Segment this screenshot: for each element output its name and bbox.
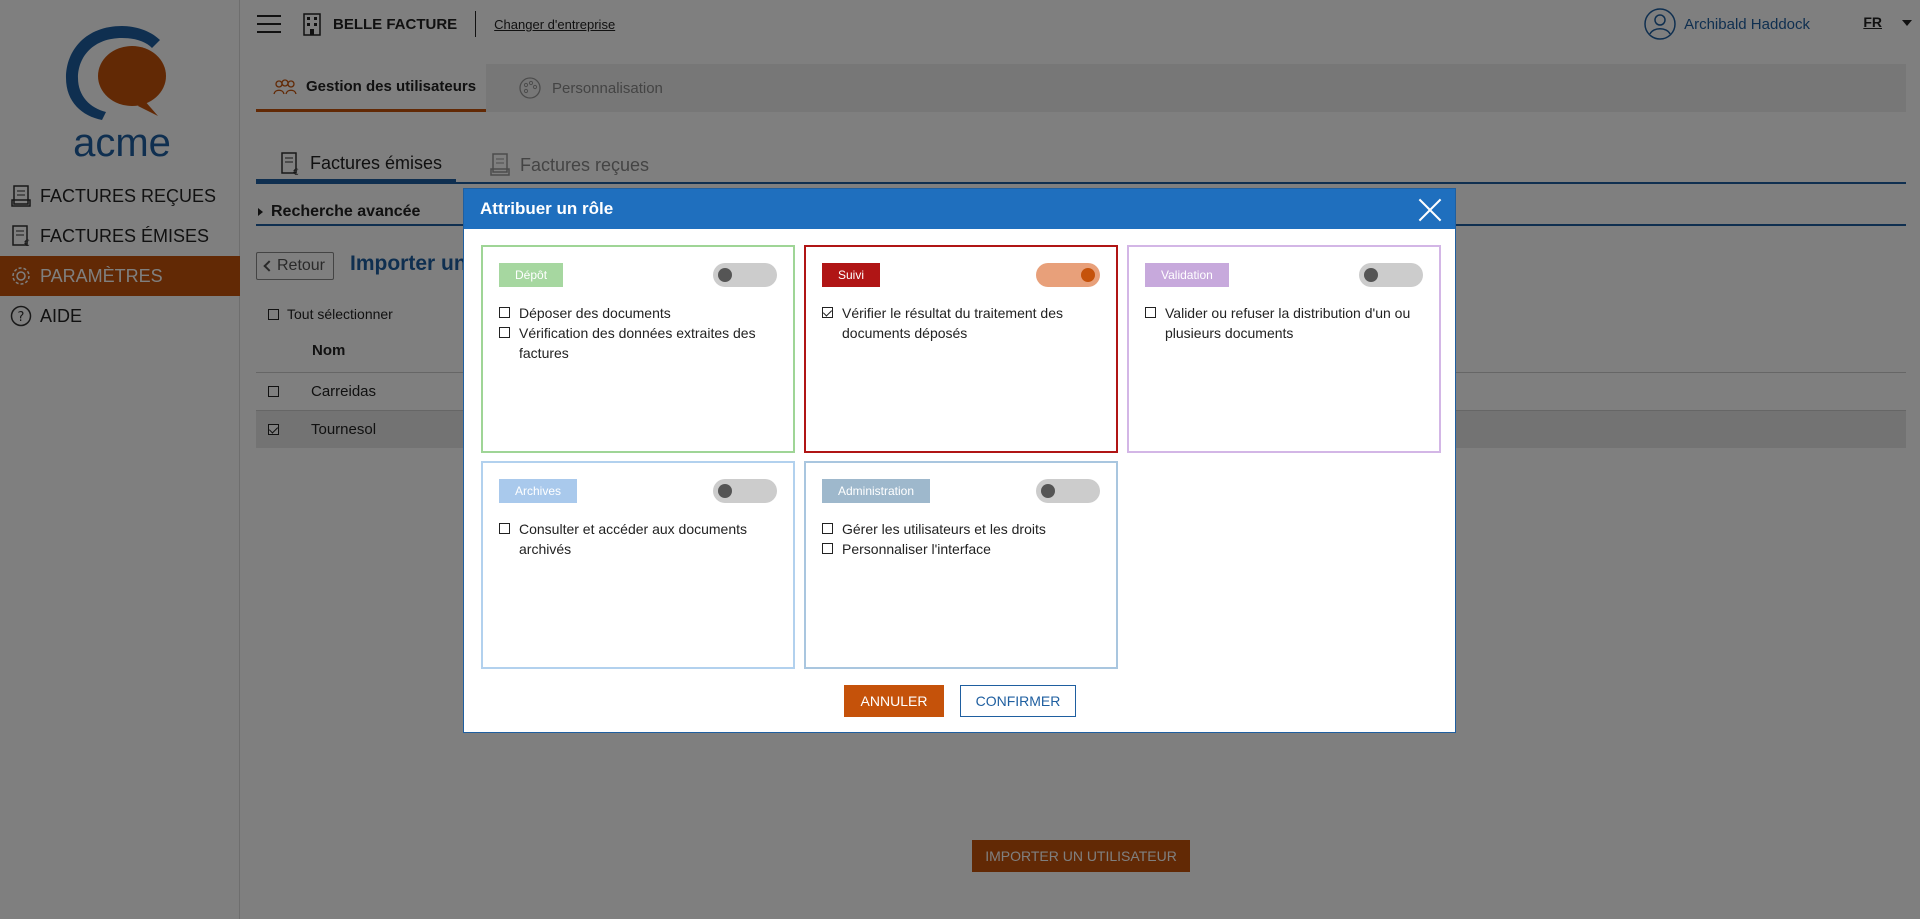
modal-title: Attribuer un rôle (480, 199, 614, 218)
permission-item[interactable]: Gérer les utilisateurs et les droits (822, 519, 1100, 539)
permission-label: Valider ou refuser la distribution d'un … (1165, 305, 1411, 341)
permission-item[interactable]: Déposer des documents (499, 303, 777, 323)
permission-item[interactable]: Vérifier le résultat du traitement des d… (822, 303, 1100, 343)
modal-header: Attribuer un rôle (464, 189, 1455, 229)
permission-checkbox[interactable] (1145, 307, 1156, 318)
permission-list: Valider ou refuser la distribution d'un … (1145, 303, 1423, 343)
cancel-button[interactable]: ANNULER (844, 685, 944, 717)
confirm-button[interactable]: CONFIRMER (960, 685, 1076, 717)
assign-role-modal: Attribuer un rôle Dépôt Déposer des docu… (463, 188, 1456, 733)
toggle-knob (1081, 268, 1095, 282)
role-card-depot: Dépôt Déposer des documents Vérification… (481, 245, 795, 453)
permission-label: Consulter et accéder aux documents archi… (519, 521, 748, 557)
toggle-knob (718, 268, 732, 282)
role-badge: Dépôt (499, 263, 564, 287)
permission-checkbox[interactable] (822, 307, 833, 318)
permission-item[interactable]: Personnaliser l'interface (822, 539, 1100, 559)
permission-list: Gérer les utilisateurs et les droits Per… (822, 519, 1100, 559)
role-badge: Suivi (822, 263, 881, 287)
permission-label: Personnaliser l'interface (842, 541, 991, 557)
role-card-validation: Validation Valider ou refuser la distrib… (1127, 245, 1441, 453)
permission-checkbox[interactable] (822, 543, 833, 554)
toggle-knob (718, 484, 732, 498)
permission-label: Déposer des documents (519, 305, 671, 321)
permission-list: Vérifier le résultat du traitement des d… (822, 303, 1100, 343)
permission-checkbox[interactable] (822, 523, 833, 534)
permission-label: Vérification des données extraites des f… (519, 325, 756, 361)
permission-label: Vérifier le résultat du traitement des d… (842, 305, 1063, 341)
permission-item[interactable]: Consulter et accéder aux documents archi… (499, 519, 777, 559)
role-toggle[interactable] (713, 479, 777, 503)
permission-checkbox[interactable] (499, 327, 510, 338)
role-card-administration: Administration Gérer les utilisateurs et… (804, 461, 1118, 669)
role-badge: Administration (822, 479, 931, 503)
permission-list: Déposer des documents Vérification des d… (499, 303, 777, 363)
permission-list: Consulter et accéder aux documents archi… (499, 519, 777, 559)
role-badge: Archives (499, 479, 578, 503)
toggle-knob (1041, 484, 1055, 498)
role-card-archives: Archives Consulter et accéder aux docume… (481, 461, 795, 669)
role-toggle[interactable] (1036, 263, 1100, 287)
permission-checkbox[interactable] (499, 307, 510, 318)
role-card-suivi: Suivi Vérifier le résultat du traitement… (804, 245, 1118, 453)
close-icon[interactable] (1417, 197, 1443, 223)
permission-item[interactable]: Valider ou refuser la distribution d'un … (1145, 303, 1423, 343)
role-toggle[interactable] (713, 263, 777, 287)
role-toggle[interactable] (1036, 479, 1100, 503)
toggle-knob (1364, 268, 1378, 282)
permission-label: Gérer les utilisateurs et les droits (842, 521, 1046, 537)
role-badge: Validation (1145, 263, 1229, 287)
permission-checkbox[interactable] (499, 523, 510, 534)
permission-item[interactable]: Vérification des données extraites des f… (499, 323, 777, 363)
role-toggle[interactable] (1359, 263, 1423, 287)
